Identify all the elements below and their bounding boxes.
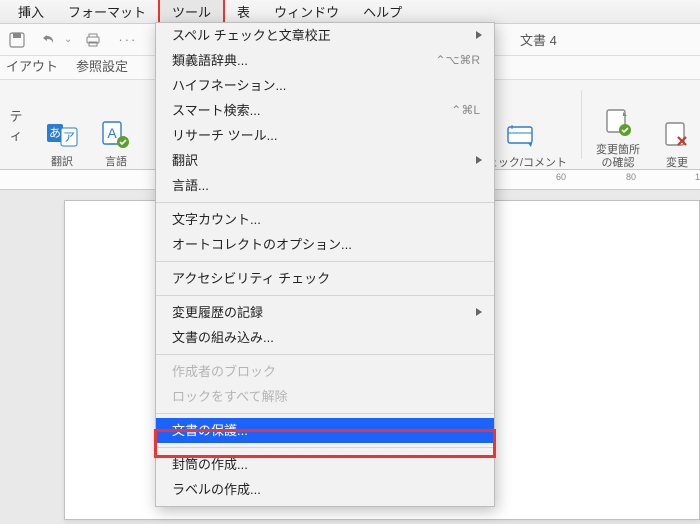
tools-menu-dropdown: スペル チェックと文章校正 類義語辞典... ⌃⌥⌘R ハイフネーション... … [155,22,495,507]
more-icon[interactable]: ··· [118,32,137,47]
language-icon: A [99,118,133,152]
menu-format[interactable]: フォーマット [56,0,158,23]
translate-label: 翻訳 [51,156,73,169]
menu-spellcheck[interactable]: スペル チェックと文章校正 [156,23,494,48]
print-icon[interactable] [82,29,104,51]
menu-wordcount[interactable]: 文字カウント... [156,207,494,232]
menu-insert[interactable]: 挿入 [6,0,56,23]
menu-sep-4 [156,354,494,355]
changes-confirm-icon [601,106,635,140]
menu-smart-shortcut: ⌃⌘L [451,98,480,123]
tab-layout[interactable]: イアウト [6,56,58,79]
changes-r-icon [660,119,694,153]
menu-window[interactable]: ウィンドウ [262,0,351,23]
svg-text:A: A [107,125,117,141]
translate-button[interactable]: あア 翻訳 [35,80,89,170]
menu-hyphenation[interactable]: ハイフネーション... [156,73,494,98]
menu-protect-document[interactable]: 文書の保護... [156,418,494,443]
menu-sep-3 [156,295,494,296]
ruler-tick-60: 60 [556,172,566,182]
ruler-tick-80: 80 [626,172,636,182]
changes-confirm-button[interactable]: 変更箇所の確認 [586,80,650,170]
menu-track-changes[interactable]: 変更履歴の記録 [156,300,494,325]
svg-text:ア: ア [63,130,75,144]
menu-sep-5 [156,413,494,414]
menu-thesaurus[interactable]: 類義語辞典... ⌃⌥⌘R [156,48,494,73]
menubar: 挿入 フォーマット ツール 表 ウィンドウ ヘルプ [0,0,700,24]
document-title: 文書 4 [520,30,557,49]
menu-sep-1 [156,202,494,203]
menu-unblock-all: ロックをすべて解除 [156,384,494,409]
menu-sep-6 [156,447,494,448]
undo-icon[interactable] [38,29,60,51]
check-comment-icon [504,119,538,153]
svg-text:あ: あ [49,126,61,140]
save-icon[interactable] [6,29,28,51]
menu-research[interactable]: リサーチ ツール... [156,123,494,148]
menu-envelopes[interactable]: 封筒の作成... [156,452,494,477]
menu-autocorrect[interactable]: オートコレクトのオプション... [156,232,494,257]
menu-smart-label: スマート検索... [172,103,260,118]
menu-merge[interactable]: 文書の組み込み... [156,325,494,350]
menu-table[interactable]: 表 [225,0,262,23]
menu-block-authors: 作成者のブロック [156,359,494,384]
menu-labels[interactable]: ラベルの作成... [156,477,494,502]
changes-r-label: 変更 [666,157,688,170]
ruler-tick-100: 100 [695,172,700,182]
menu-smart-lookup[interactable]: スマート検索... ⌃⌘L [156,98,494,123]
language-button[interactable]: A 言語 [89,80,143,170]
menu-sep-2 [156,261,494,262]
undo-dropdown-icon[interactable]: ⌄ [64,34,72,45]
changes-confirm-label: 変更箇所の確認 [596,144,640,170]
menu-help[interactable]: ヘルプ [351,0,414,23]
menu-accessibility[interactable]: アクセシビリティ チェック [156,266,494,291]
menu-language[interactable]: 言語... [156,173,494,198]
menu-thesaurus-label: 類義語辞典... [172,53,248,68]
ribbon-edge: ティ [6,106,26,144]
translate-icon: あア [45,118,79,152]
menu-translate[interactable]: 翻訳 [156,148,494,173]
changes-r-button[interactable]: 変更 [650,80,694,170]
menu-thesaurus-shortcut: ⌃⌥⌘R [435,48,480,73]
tab-references[interactable]: 参照設定 [76,56,128,79]
language-label: 言語 [105,156,127,169]
